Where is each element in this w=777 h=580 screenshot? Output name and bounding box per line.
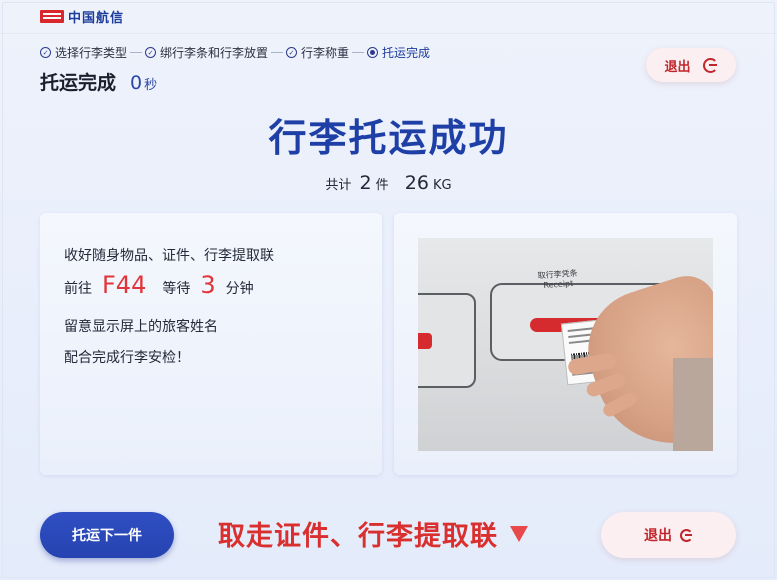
timer-value: 0 (130, 72, 143, 94)
gate-prefix: 前往 (64, 281, 92, 297)
brand-logo: 中国航信 (40, 8, 125, 26)
instruction-watch-display: 留意显示屏上的旅客姓名 (64, 319, 218, 335)
logout-icon (680, 528, 693, 542)
kiosk-slot-left (418, 333, 432, 349)
step-complete: 托运完成 (367, 44, 430, 61)
instruction-collect-items: 收好随身物品、证件、行李提取联 (64, 248, 274, 264)
step-label: 托运完成 (382, 46, 431, 60)
logo-text: 中国航信 (68, 10, 125, 26)
bag-weight: 26 (404, 172, 429, 194)
success-headline: 行李托运成功 (268, 116, 509, 160)
check-circle-icon: ✓ (40, 47, 51, 58)
reminder-text: 取走证件、行李提取联 (218, 521, 498, 552)
logo-mark-icon (40, 9, 64, 23)
step-label: 选择行李类型 (55, 46, 128, 60)
step-separator (271, 52, 284, 53)
page-title: 托运完成 (40, 72, 117, 94)
progress-steps: ✓ 选择行李类型 ✓ 绑行李条和行李放置 ✓ 行李称重 托运完成 (40, 44, 430, 61)
exit-button-label: 退出 (664, 59, 691, 75)
baggage-summary: 共计 2件 26 KG (0, 172, 777, 194)
arrow-down-icon (510, 525, 528, 542)
status-row: 托运完成 0秒 (40, 68, 157, 95)
step-separator (130, 52, 143, 53)
wait-minutes: 3 (200, 271, 216, 299)
wait-unit: 分钟 (225, 281, 254, 297)
logout-icon (702, 57, 718, 73)
counter-edge (673, 358, 713, 451)
check-circle-icon: ✓ (286, 47, 298, 58)
step-select-type: ✓ 选择行李类型 (40, 44, 127, 61)
receipt-photo-card: 取行李凭条 Receipt (394, 213, 737, 475)
gate-number: F44 (102, 271, 147, 299)
summary-prefix: 共计 (325, 178, 352, 193)
step-separator (352, 52, 365, 53)
countdown-timer: 0秒 (130, 72, 157, 94)
exit-button-label: 退出 (644, 528, 672, 544)
step-label: 行李称重 (301, 46, 350, 60)
instruction-security-check: 配合完成行李安检！ (64, 350, 190, 366)
wait-prefix: 等待 (162, 281, 191, 297)
instructions-card: 收好随身物品、证件、行李提取联 前往 F44 等待 3 分钟 留意显示屏上的旅客… (40, 213, 382, 475)
exit-button-top[interactable]: 退出 (646, 48, 736, 82)
step-bind-tag: ✓ 绑行李条和行李放置 (145, 44, 268, 61)
step-label: 绑行李条和行李放置 (160, 46, 269, 60)
radio-dot-icon (367, 47, 379, 58)
exit-button-bottom[interactable]: 退出 (601, 512, 736, 558)
bag-weight-unit: KG (432, 178, 452, 193)
header-divider (0, 33, 777, 34)
timer-unit: 秒 (144, 78, 158, 93)
bag-count: 2 (359, 172, 372, 194)
instruction-gate: 前往 F44 等待 3 分钟 (64, 271, 254, 299)
take-documents-reminder: 取走证件、行李提取联 (218, 514, 528, 553)
check-circle-icon: ✓ (145, 47, 157, 58)
bag-count-unit: 件 (375, 178, 389, 193)
step-weigh: ✓ 行李称重 (286, 44, 349, 61)
check-next-bag-button[interactable]: 托运下一件 (40, 512, 174, 558)
receipt-slot-label: 取行李凭条 Receipt (537, 269, 578, 292)
receipt-photo: 取行李凭条 Receipt (418, 238, 713, 451)
